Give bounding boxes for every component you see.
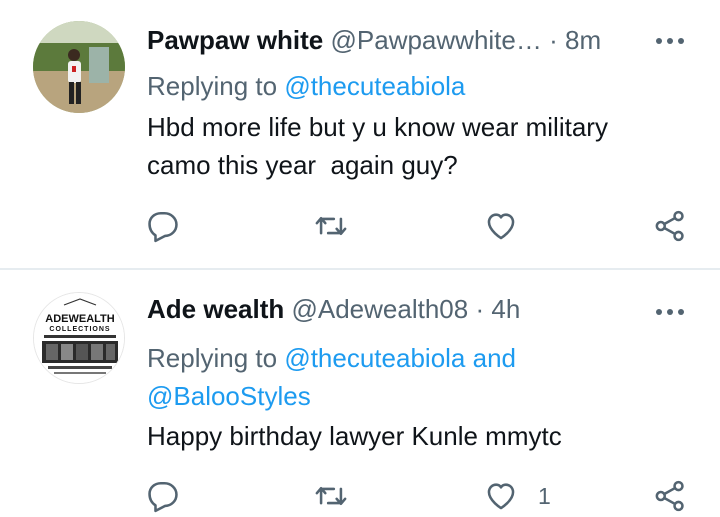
share-icon	[655, 210, 684, 242]
replying-to: Replying to @thecuteabiola and @BalooSty…	[147, 339, 667, 415]
action-bar: 1	[0, 476, 720, 516]
heart-icon	[487, 213, 515, 240]
avatar[interactable]	[33, 21, 125, 113]
mention-link[interactable]: @thecuteabiola	[284, 343, 465, 373]
replying-label: Replying to	[147, 71, 278, 101]
avatar-photo	[33, 21, 125, 113]
avatar-logo: ADEWEALTH COLLECTIONS	[34, 293, 124, 383]
retweet-button[interactable]	[314, 476, 348, 516]
action-bar	[0, 206, 720, 246]
tweet-header: Pawpaw white @Pawpawwhite… · 8m	[147, 24, 601, 56]
separator: ·	[549, 25, 558, 55]
tweet-text: Happy birthday lawyer Kunle mmytc	[147, 421, 562, 451]
retweet-icon	[315, 486, 347, 506]
logo-line-1: ADEWEALTH	[45, 313, 115, 325]
timestamp[interactable]: 4h	[491, 294, 520, 324]
timestamp[interactable]: 8m	[565, 25, 601, 55]
share-icon	[655, 480, 684, 512]
tweet-header: Ade wealth @Adewealth08 · 4h	[147, 293, 520, 325]
heart-icon	[487, 483, 515, 510]
user-handle[interactable]: @Pawpawwhite…	[331, 25, 542, 55]
mention-link[interactable]: @thecuteabiola	[284, 71, 465, 101]
reply-button[interactable]	[146, 206, 180, 246]
avatar[interactable]: ADEWEALTH COLLECTIONS	[33, 292, 125, 384]
replying-label: Replying to	[147, 343, 278, 373]
tweet[interactable]: Pawpaw white @Pawpawwhite… · 8m Replying…	[0, 0, 720, 268]
tweet[interactable]: ADEWEALTH COLLECTIONS Ade wealth @Adewea…	[0, 269, 720, 517]
tweet-text: Hbd more life but y u know wear military…	[147, 112, 608, 180]
like-count: 1	[538, 482, 551, 509]
reply-button[interactable]	[146, 476, 180, 516]
like-button[interactable]	[484, 206, 518, 246]
more-icon[interactable]	[656, 309, 684, 315]
share-button[interactable]	[653, 206, 687, 246]
mention-link[interactable]: @BalooStyles	[147, 381, 311, 411]
display-name[interactable]: Pawpaw white	[147, 25, 323, 55]
reply-icon	[148, 481, 178, 513]
replying-and: and	[472, 343, 517, 373]
user-handle[interactable]: @Adewealth08	[291, 294, 468, 324]
retweet-icon	[315, 216, 347, 236]
replying-to: Replying to @thecuteabiola	[147, 70, 667, 102]
like-button[interactable]: 1	[484, 476, 551, 516]
retweet-button[interactable]	[314, 206, 348, 246]
share-button[interactable]	[653, 476, 687, 516]
separator: ·	[475, 294, 485, 324]
reply-icon	[148, 211, 178, 243]
more-icon[interactable]	[656, 38, 684, 44]
logo-line-2: COLLECTIONS	[49, 326, 110, 333]
display-name[interactable]: Ade wealth	[147, 294, 284, 324]
